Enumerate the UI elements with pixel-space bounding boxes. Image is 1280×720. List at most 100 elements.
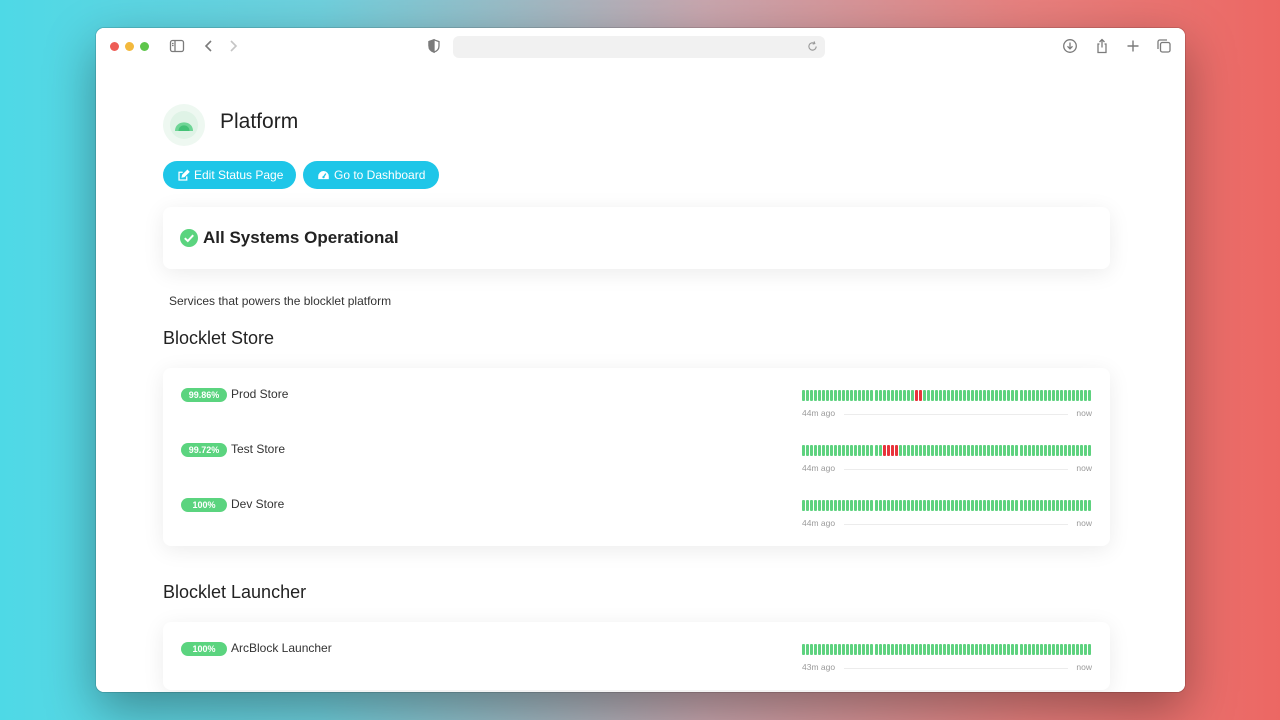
- uptime-bar-up[interactable]: [938, 390, 942, 401]
- uptime-bar-up[interactable]: [922, 644, 926, 655]
- uptime-bar-up[interactable]: [874, 445, 878, 456]
- reload-icon[interactable]: [806, 40, 819, 53]
- uptime-bar-up[interactable]: [1019, 500, 1023, 511]
- uptime-bar-up[interactable]: [898, 445, 902, 456]
- uptime-bar-up[interactable]: [1051, 445, 1055, 456]
- uptime-bar-up[interactable]: [866, 390, 870, 401]
- uptime-bar-up[interactable]: [898, 500, 902, 511]
- uptime-bar-up[interactable]: [806, 644, 810, 655]
- uptime-bar-up[interactable]: [1067, 644, 1071, 655]
- uptime-bar-up[interactable]: [854, 390, 858, 401]
- uptime-bar-up[interactable]: [862, 445, 866, 456]
- uptime-bar-down[interactable]: [914, 390, 918, 401]
- uptime-bar-up[interactable]: [910, 500, 914, 511]
- uptime-bar-up[interactable]: [991, 644, 995, 655]
- uptime-bar-up[interactable]: [1055, 445, 1059, 456]
- uptime-bar-up[interactable]: [975, 500, 979, 511]
- uptime-bar-up[interactable]: [814, 644, 818, 655]
- uptime-bar-up[interactable]: [1023, 445, 1027, 456]
- service-row[interactable]: 100% Dev Store 44m ago now: [163, 480, 1110, 528]
- uptime-bar-up[interactable]: [979, 644, 983, 655]
- back-icon[interactable]: [201, 38, 217, 54]
- uptime-bar-up[interactable]: [947, 500, 950, 511]
- uptime-bar-up[interactable]: [894, 390, 898, 401]
- go-to-dashboard-button[interactable]: Go to Dashboard: [303, 161, 439, 189]
- uptime-bar-up[interactable]: [890, 390, 894, 401]
- uptime-bar-up[interactable]: [947, 390, 950, 401]
- uptime-bar-up[interactable]: [1067, 500, 1071, 511]
- uptime-bar-up[interactable]: [866, 500, 870, 511]
- uptime-bar-up[interactable]: [814, 445, 818, 456]
- uptime-bar-up[interactable]: [1035, 445, 1039, 456]
- uptime-bar-up[interactable]: [894, 644, 898, 655]
- uptime-bar-up[interactable]: [906, 390, 910, 401]
- uptime-bar-down[interactable]: [918, 390, 922, 401]
- uptime-bar-up[interactable]: [882, 644, 886, 655]
- uptime-bar-down[interactable]: [886, 445, 890, 456]
- uptime-bar-up[interactable]: [842, 500, 846, 511]
- uptime-bar-up[interactable]: [1003, 445, 1007, 456]
- uptime-bar-up[interactable]: [870, 445, 874, 456]
- uptime-bar-up[interactable]: [1059, 445, 1063, 456]
- uptime-bar-up[interactable]: [850, 390, 854, 401]
- uptime-bar-up[interactable]: [1027, 390, 1031, 401]
- download-icon[interactable]: [1062, 38, 1078, 54]
- uptime-bar-up[interactable]: [1007, 390, 1011, 401]
- uptime-bar-up[interactable]: [910, 390, 914, 401]
- uptime-bar-up[interactable]: [1039, 500, 1043, 511]
- uptime-bar-up[interactable]: [1031, 390, 1035, 401]
- uptime-bar-up[interactable]: [1015, 644, 1019, 655]
- uptime-bar-up[interactable]: [830, 445, 834, 456]
- uptime-bar-up[interactable]: [1059, 390, 1063, 401]
- uptime-bar-up[interactable]: [1051, 390, 1055, 401]
- uptime-bar-up[interactable]: [914, 500, 918, 511]
- uptime-bar-up[interactable]: [934, 390, 938, 401]
- uptime-bar-up[interactable]: [866, 445, 870, 456]
- uptime-bar-up[interactable]: [850, 644, 854, 655]
- uptime-bar-up[interactable]: [922, 500, 926, 511]
- uptime-bar-up[interactable]: [942, 500, 946, 511]
- uptime-bar-up[interactable]: [834, 390, 838, 401]
- uptime-bar-up[interactable]: [951, 500, 955, 511]
- uptime-bar-up[interactable]: [802, 445, 805, 456]
- uptime-bar-up[interactable]: [975, 445, 979, 456]
- uptime-bar-up[interactable]: [1075, 500, 1079, 511]
- uptime-bar-up[interactable]: [1015, 500, 1019, 511]
- uptime-bar-up[interactable]: [983, 445, 987, 456]
- uptime-bar-up[interactable]: [1087, 445, 1091, 456]
- uptime-bar-up[interactable]: [934, 500, 938, 511]
- uptime-bar-up[interactable]: [878, 390, 882, 401]
- uptime-bar-up[interactable]: [951, 445, 955, 456]
- uptime-bar-up[interactable]: [1043, 644, 1047, 655]
- uptime-bar-up[interactable]: [999, 390, 1003, 401]
- uptime-bar-up[interactable]: [991, 500, 995, 511]
- uptime-bar-up[interactable]: [822, 644, 826, 655]
- uptime-bar-up[interactable]: [846, 390, 850, 401]
- uptime-bar-up[interactable]: [967, 390, 971, 401]
- uptime-bar-up[interactable]: [995, 500, 999, 511]
- uptime-bar-up[interactable]: [959, 500, 963, 511]
- uptime-bar-up[interactable]: [951, 644, 955, 655]
- uptime-bar-up[interactable]: [975, 644, 979, 655]
- uptime-bar-up[interactable]: [918, 500, 922, 511]
- uptime-bar-up[interactable]: [959, 644, 963, 655]
- uptime-bar-up[interactable]: [858, 445, 862, 456]
- uptime-bar-up[interactable]: [983, 390, 987, 401]
- uptime-bar-up[interactable]: [1003, 644, 1007, 655]
- uptime-bar-up[interactable]: [1079, 390, 1083, 401]
- tabs-overview-icon[interactable]: [1156, 38, 1172, 54]
- uptime-bar-up[interactable]: [862, 390, 866, 401]
- uptime-bar-up[interactable]: [955, 644, 959, 655]
- uptime-bar-up[interactable]: [858, 500, 862, 511]
- uptime-bar-up[interactable]: [898, 644, 902, 655]
- uptime-bar-up[interactable]: [810, 445, 814, 456]
- uptime-bar-up[interactable]: [1035, 500, 1039, 511]
- uptime-bar-up[interactable]: [810, 500, 814, 511]
- uptime-bar-up[interactable]: [1059, 500, 1063, 511]
- uptime-bar-up[interactable]: [874, 644, 878, 655]
- uptime-bar-up[interactable]: [830, 500, 834, 511]
- uptime-bar-up[interactable]: [983, 500, 987, 511]
- uptime-bar-up[interactable]: [818, 500, 822, 511]
- uptime-bar-up[interactable]: [1019, 390, 1023, 401]
- uptime-bar-up[interactable]: [1047, 390, 1051, 401]
